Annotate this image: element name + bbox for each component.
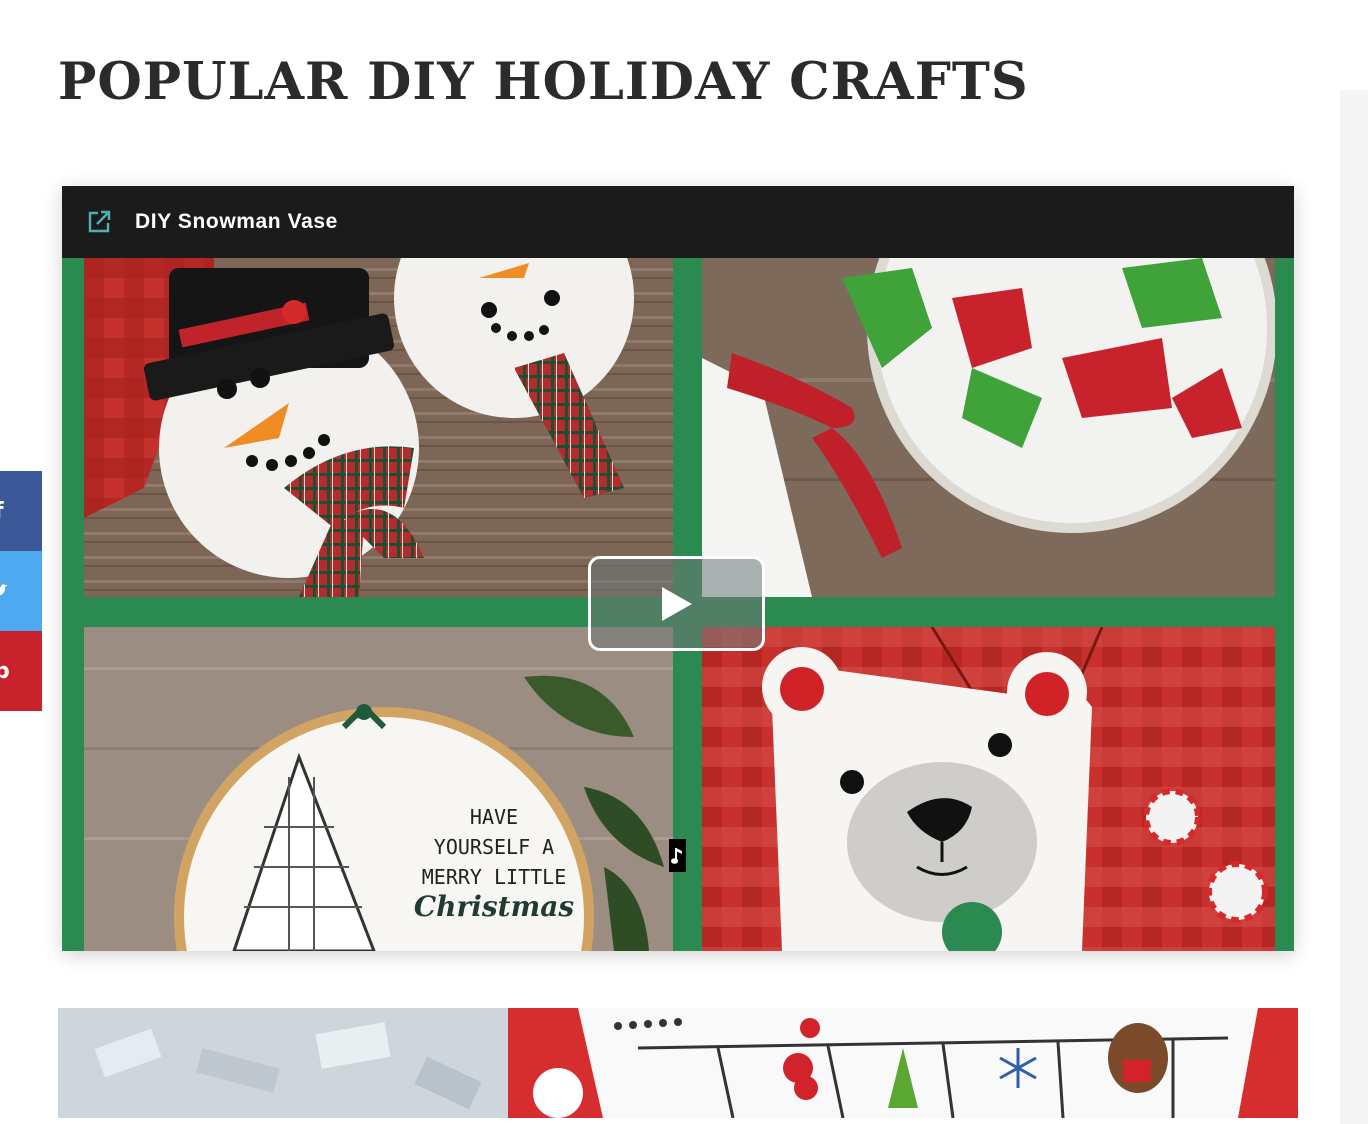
external-link-icon[interactable] (86, 209, 112, 235)
play-button[interactable] (588, 556, 765, 651)
page: POPULAR DIY HOLIDAY CRAFTS f p DIY Snowm… (0, 0, 1368, 1124)
pinterest-share-button[interactable]: p (0, 631, 42, 711)
next-craft-card-image[interactable] (58, 1008, 1298, 1118)
right-gutter (1340, 90, 1368, 1124)
play-icon (661, 586, 692, 621)
embroidery-line-4: Christmas (413, 890, 575, 923)
page-title: POPULAR DIY HOLIDAY CRAFTS (58, 52, 1029, 112)
embroidery-line-2: YOURSELF A (433, 835, 555, 859)
pinterest-icon: p (0, 658, 10, 684)
facebook-icon: f (0, 499, 4, 524)
video-player: DIY Snowman Vase HAVE YOURSELF A MERRY L… (62, 186, 1294, 951)
embroidery-text: HAVE YOURSELF A MERRY LITTLE Christmas (404, 802, 584, 922)
embroidery-hoop-image: HAVE YOURSELF A MERRY LITTLE Christmas (84, 627, 673, 951)
embroidery-line-3: MERRY LITTLE (421, 865, 567, 889)
twitter-share-button[interactable] (0, 551, 42, 631)
polar-bear-image (702, 627, 1275, 951)
yarn-coaster-image (702, 258, 1275, 597)
snowman-ornaments-image (84, 258, 673, 597)
facebook-share-button[interactable]: f (0, 471, 42, 551)
share-bar: f p (0, 471, 42, 711)
music-note-icon[interactable] (669, 839, 686, 872)
video-header: DIY Snowman Vase (62, 186, 1294, 258)
video-title[interactable]: DIY Snowman Vase (135, 210, 338, 234)
embroidery-line-1: HAVE (469, 805, 519, 829)
twitter-icon (0, 584, 8, 596)
